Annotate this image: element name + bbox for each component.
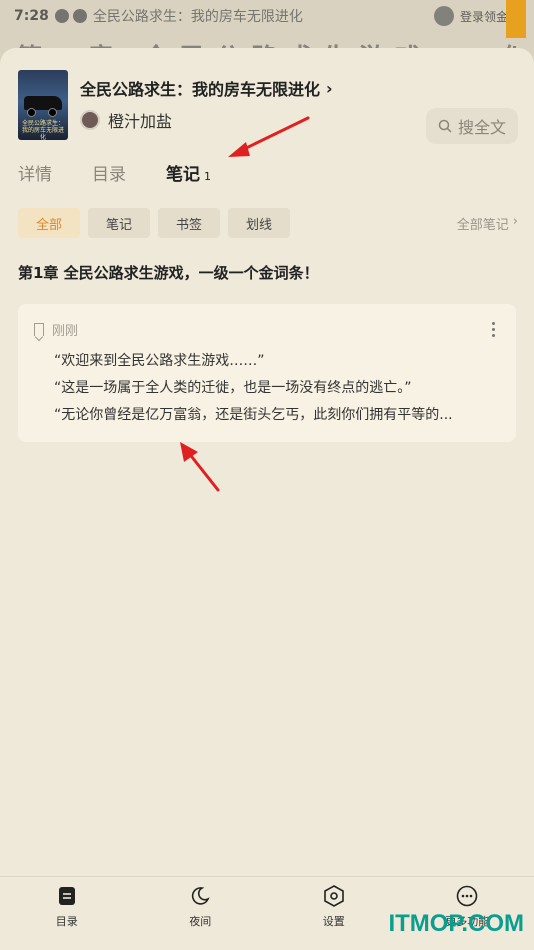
book-title: 全民公路求生：我的房车无限进化 <box>80 80 321 99</box>
tab-notes-label: 笔记 <box>166 165 200 185</box>
note-meta: 刚刚 <box>34 320 78 339</box>
tab-notes[interactable]: 笔记 1 <box>166 160 211 185</box>
search-icon <box>438 119 452 133</box>
bookmark-ribbon <box>506 0 526 38</box>
nav-night-mode[interactable]: 夜间 <box>134 877 268 950</box>
book-cover[interactable]: 全民公路求生：我的房车无限进化 <box>18 70 68 140</box>
note-line: “无论你曾经是亿万富翁，还是街头乞丐，此刻你们拥有平等的... <box>54 407 453 423</box>
author-name: 橙汁加盐 <box>108 112 173 131</box>
search-full-text-button[interactable]: 搜全文 <box>426 108 518 144</box>
more-icon <box>456 885 478 907</box>
nav-label: 目录 <box>55 915 78 928</box>
chevron-right-icon: › <box>326 78 333 98</box>
note-line: “欢迎来到全民公路求生游戏……” <box>54 353 265 369</box>
chapter-title: 第1章 全民公路求生游戏，一级一个金词条！ <box>18 264 319 282</box>
catalog-icon <box>56 885 78 907</box>
background-book-title: 全民公路求生：我的房车无限进化 <box>92 9 303 25</box>
book-title-link[interactable]: 全民公路求生：我的房车无限进化 › <box>80 76 333 100</box>
note-line: “这是一场属于全人类的迁徙，也是一场没有终点的逃亡。” <box>54 380 412 396</box>
note-content: “欢迎来到全民公路求生游戏……” “这是一场属于全人类的迁徙，也是一场没有终点的… <box>54 348 504 429</box>
moon-icon <box>189 885 211 907</box>
nav-label: 设置 <box>322 915 345 928</box>
avatar <box>80 110 100 130</box>
author[interactable]: 橙汁加盐 <box>80 108 172 132</box>
filter-chips: 全部 笔记 书签 划线 <box>18 208 290 238</box>
filter-all[interactable]: 全部 <box>18 208 80 238</box>
nav-catalog[interactable]: 目录 <box>0 877 134 950</box>
settings-icon <box>323 885 345 907</box>
note-card[interactable]: 刚刚 “欢迎来到全民公路求生游戏……” “这是一场属于全人类的迁徙，也是一场没有… <box>18 304 516 442</box>
filter-bookmarks[interactable]: 书签 <box>158 208 220 238</box>
tab-notes-count: 1 <box>204 170 211 183</box>
all-notes-link[interactable]: 全部笔记 › <box>457 214 518 233</box>
bookmark-icon <box>34 323 44 336</box>
cover-text: 全民公路求生：我的房车无限进化 <box>21 120 64 140</box>
search-label: 搜全文 <box>457 118 506 137</box>
more-vertical-icon[interactable] <box>492 322 496 340</box>
chevron-right-icon: › <box>512 214 518 229</box>
tab-details[interactable]: 详情 <box>18 160 52 185</box>
watermark: ITMOP.COM <box>388 910 524 937</box>
status-icons <box>54 9 87 23</box>
note-time: 刚刚 <box>52 324 79 339</box>
tab-catalog[interactable]: 目录 <box>92 160 126 185</box>
annotation-arrow-icon <box>228 116 310 157</box>
status-bar: 7:28 全民公路求生：我的房车无限进化 登录领金币 <box>0 0 534 32</box>
nav-label: 夜间 <box>189 915 212 928</box>
status-time: 7:28 <box>14 8 49 24</box>
nav-settings[interactable]: 设置 <box>267 877 401 950</box>
all-notes-label: 全部笔记 <box>456 218 509 233</box>
annotation-arrow-icon <box>180 442 220 492</box>
tab-bar: 详情 目录 笔记 1 <box>18 160 211 185</box>
coin-icon <box>433 6 454 26</box>
filter-notes[interactable]: 笔记 <box>88 208 150 238</box>
filter-underlines[interactable]: 划线 <box>228 208 290 238</box>
notes-sheet: 全民公路求生：我的房车无限进化 全民公路求生：我的房车无限进化 › 橙汁加盐 搜… <box>0 48 534 950</box>
